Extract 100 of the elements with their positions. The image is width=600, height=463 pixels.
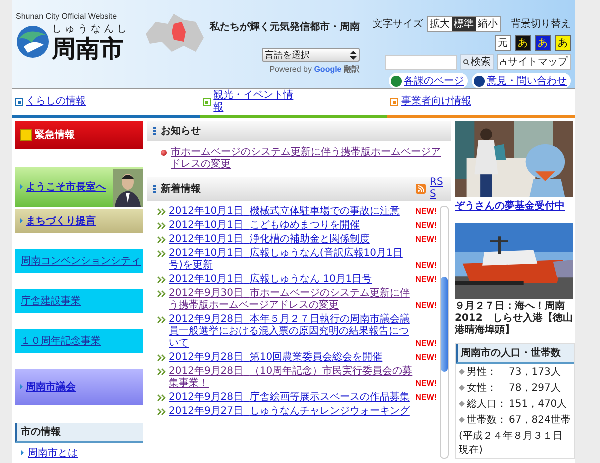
- stat-label: 男性：: [467, 366, 498, 379]
- sidebar-button[interactable]: １０周年記念事業: [15, 329, 143, 353]
- news-link[interactable]: 2012年9月28日 庁舎絵画等展示スペースの作品募集: [169, 392, 413, 404]
- new-label: NEW!: [415, 234, 437, 246]
- nav-link[interactable]: 事業者向け情報: [401, 96, 472, 108]
- logo-icon: [16, 25, 50, 59]
- new-label: NEW!: [415, 338, 437, 350]
- stat-label: 総人口：: [467, 398, 507, 411]
- text-size-option[interactable]: 縮小: [476, 17, 500, 31]
- new-label: NEW!: [415, 274, 437, 286]
- chevron-icon: [157, 290, 167, 298]
- sidebar-link[interactable]: １０周年記念事業: [21, 334, 101, 348]
- header-link-pill[interactable]: 各課のページ: [389, 73, 468, 89]
- background-color-button[interactable]: あ: [555, 35, 571, 51]
- news-link[interactable]: 2012年10月1日 広報しゅうなん 10月1日号: [169, 274, 413, 286]
- section-heading: 周南市の人口・世帯数: [456, 344, 574, 364]
- arrow-icon: [20, 184, 23, 190]
- warning-icon: [20, 129, 32, 141]
- sidebar-button[interactable]: 周南コンベンションシティ: [15, 249, 143, 273]
- rss-icon: [416, 184, 426, 194]
- nav-link[interactable]: 観光・イベント情報: [214, 90, 294, 114]
- sitemap-button[interactable]: サイトマップ: [497, 54, 571, 70]
- powered-by-text: Powered by Google 翻訳: [270, 64, 360, 75]
- search-field[interactable]: [385, 54, 457, 70]
- sidebar-button[interactable]: ようこそ市長室へ: [15, 167, 143, 207]
- news-link[interactable]: 2012年10月1日 こどもゆめまつりを開催: [169, 220, 413, 232]
- header-link[interactable]: 各課のページ: [404, 74, 464, 88]
- background-color-button[interactable]: あ: [515, 35, 531, 51]
- chevron-icon: [157, 316, 167, 324]
- scrollbar[interactable]: [440, 206, 449, 459]
- news-link[interactable]: 2012年9月28日 （10周年記念）市民実行委員会の募集事業！: [169, 366, 413, 390]
- stat-label: 世帯数：: [467, 414, 507, 427]
- background-color-button[interactable]: あ: [535, 35, 551, 51]
- new-label: NEW!: [415, 300, 437, 312]
- stat-value: 151，470人: [509, 398, 568, 411]
- arrow-icon: [21, 450, 24, 456]
- nav-link[interactable]: くらしの情報: [26, 96, 86, 108]
- text-size-option[interactable]: 標準: [452, 17, 476, 31]
- bullet-icon: [459, 369, 465, 375]
- news-link[interactable]: 2012年9月28日 第10回農業委員会総会を開催: [169, 352, 413, 364]
- chevron-icon: [157, 394, 167, 402]
- site-subtitle: Shunan City Official Website: [16, 12, 118, 22]
- feature-link[interactable]: ぞうさんの夢基金受付中: [455, 199, 565, 213]
- grip-icon: [153, 127, 156, 135]
- sidebar-button[interactable]: 緊急情報: [15, 121, 143, 149]
- chevron-icon: [157, 354, 167, 362]
- bullet-icon: [459, 417, 465, 423]
- news-link[interactable]: 2012年10月1日 浄化槽の補助金と関係制度: [169, 234, 413, 246]
- header-link[interactable]: 意見・問い合わせ: [487, 74, 567, 88]
- chevron-icon: [157, 368, 167, 376]
- chevron-icon: [157, 222, 167, 230]
- background-reset-button[interactable]: 元: [495, 35, 511, 51]
- sidebar-link[interactable]: 周南コンベンションシティ: [21, 254, 141, 268]
- rss-link[interactable]: RSS: [430, 177, 445, 201]
- section-heading: 市の情報: [15, 423, 143, 443]
- chevron-icon: [157, 250, 167, 258]
- chevron-icon: [157, 276, 167, 284]
- search-icon: [463, 58, 470, 66]
- chevron-icon: [157, 236, 167, 244]
- feature-caption: ９月２７日：海へ！周南2012 しらせ入港【徳山港晴海埠頭】: [455, 301, 574, 337]
- background-label: 背景切り替え: [511, 18, 571, 31]
- tagline: 私たちが輝く元気発信都市・周南: [210, 20, 360, 34]
- search-button[interactable]: 検索: [460, 54, 494, 70]
- logo-text: 周南市: [52, 36, 125, 62]
- news-link[interactable]: 2012年9月27日 しゅうなんチャレンジウォーキング: [169, 406, 413, 418]
- stat-value: 73，173人: [509, 366, 561, 379]
- stat-note: (平成２４年８月３１日現在): [458, 430, 564, 458]
- arrow-icon: [20, 384, 23, 390]
- sidebar-button[interactable]: まちづくり提言: [15, 209, 143, 233]
- sidebar-link[interactable]: 周南市とは: [28, 446, 78, 460]
- new-label: NEW!: [415, 206, 437, 218]
- sidebar-link[interactable]: まちづくり提言: [26, 214, 96, 228]
- chevron-icon: [157, 408, 167, 416]
- section-title: お知らせ: [161, 124, 201, 138]
- news-link[interactable]: 2012年9月30日 市ホームページのシステム更新に伴う携帯版ホームページアドレスの変更: [169, 288, 413, 312]
- sidebar-link[interactable]: ようこそ市長室へ: [26, 180, 106, 194]
- notice-link[interactable]: 市ホームページのシステム更新に伴う携帯版ホームページアドレスの変更: [171, 147, 447, 171]
- bullet-icon: [161, 150, 167, 156]
- sidebar-link[interactable]: 庁舎建設事業: [21, 294, 81, 308]
- sidebar-button[interactable]: 庁舎建設事業: [15, 289, 143, 313]
- sidebar-label: 緊急情報: [35, 128, 75, 142]
- sidebar-button[interactable]: 周南市議会: [15, 369, 143, 405]
- bullet-icon: [459, 401, 465, 407]
- text-size-option[interactable]: 拡大: [428, 17, 452, 31]
- text-size-label: 文字サイズ: [373, 18, 423, 31]
- dropdown-arrows-icon: [350, 50, 357, 60]
- bullet-icon: [459, 385, 465, 391]
- logo-reading: しゅうなんし: [52, 23, 130, 36]
- new-label: NEW!: [415, 352, 437, 364]
- language-select[interactable]: 言語を選択: [262, 48, 360, 62]
- news-link[interactable]: 2012年9月28日 本年５月２７日執行の周南市議会議員一般選挙における混入票の原因究明の結果報告について: [169, 314, 413, 350]
- grip-icon: [153, 185, 156, 193]
- header-link-pill[interactable]: 意見・問い合わせ: [472, 73, 571, 89]
- news-link[interactable]: 2012年10月1日 広報しゅうなん(音訳広報10月1日号)を更新: [169, 248, 413, 272]
- new-label: NEW!: [415, 378, 437, 390]
- arrow-icon: [20, 218, 23, 224]
- sidebar-link[interactable]: 周南市議会: [26, 380, 76, 394]
- stat-value: 78，297人: [509, 382, 561, 395]
- sitemap-icon: [500, 58, 507, 66]
- new-label: NEW!: [415, 260, 437, 272]
